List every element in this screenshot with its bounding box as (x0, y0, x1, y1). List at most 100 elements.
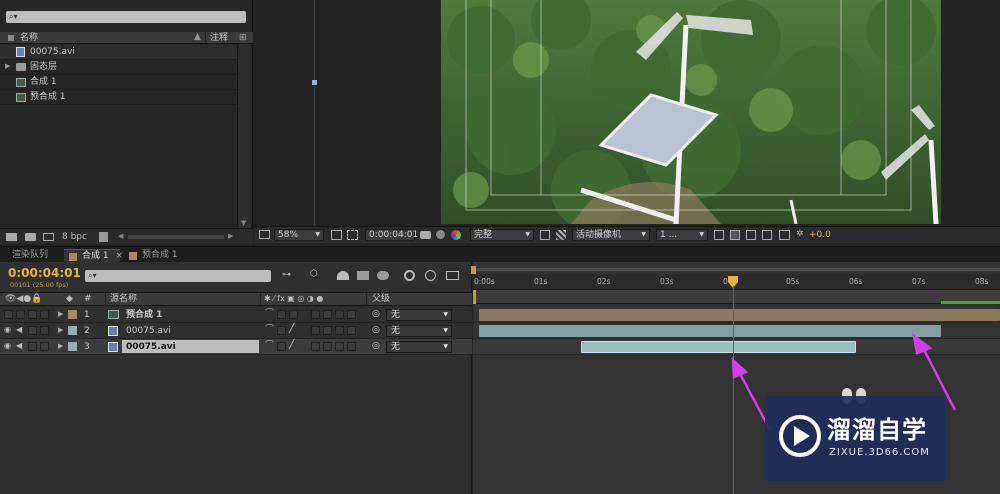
eye-icon[interactable]: ◉ (4, 326, 11, 334)
show-snapshot-icon[interactable] (436, 230, 445, 239)
shy-switch-icon[interactable]: ⌒ (265, 342, 274, 351)
close-icon[interactable]: × (115, 251, 123, 261)
interpret-footage-icon[interactable] (6, 233, 17, 241)
anchor-handle-icon[interactable] (312, 80, 317, 85)
camera-snapshot-icon[interactable] (420, 231, 431, 239)
frame-blending-icon[interactable] (357, 271, 369, 280)
layer-row-selected[interactable]: ◉ ◀ ▶ 3 00075.avi ⌒ ╱ ◎ 无 ▼ (0, 339, 472, 355)
eye-icon[interactable]: ◉ (4, 342, 11, 350)
quality-slash-icon[interactable]: ╱ (289, 325, 294, 334)
solo-toggle[interactable] (28, 326, 37, 335)
solo-toggle[interactable] (28, 342, 37, 351)
layer-name[interactable]: 00075.avi (126, 343, 176, 352)
parent-select[interactable]: 无 ▼ (386, 309, 452, 321)
comp-flowchart-icon[interactable] (762, 230, 772, 240)
work-area-start-handle[interactable] (473, 290, 476, 304)
adjustment-switch[interactable] (347, 342, 356, 351)
project-item[interactable]: 预合成 1 (0, 90, 237, 105)
audio-toggle[interactable] (16, 310, 25, 319)
time-navigator[interactable] (471, 266, 1000, 274)
pickwhip-icon[interactable]: ◎ (372, 310, 380, 319)
tab-comp-1[interactable]: 合成 1 × (64, 249, 123, 263)
sort-ascending-icon[interactable]: ▲ (194, 33, 201, 42)
frame-blend-switch[interactable] (323, 342, 332, 351)
quality-slash-icon[interactable]: ╱ (289, 341, 294, 350)
flowchart-icon[interactable]: ⊞ (239, 34, 247, 43)
shy-switch-icon[interactable]: ⌒ (265, 310, 274, 319)
draft-3d-icon[interactable]: ⬡ (310, 270, 318, 279)
bpc-label[interactable]: 8 bpc (62, 233, 87, 242)
adjustment-switch[interactable] (347, 310, 356, 319)
layer-label-color[interactable] (68, 342, 77, 351)
scroll-right-icon[interactable]: ▶ (228, 233, 233, 240)
always-preview-icon[interactable] (259, 230, 270, 239)
lock-toggle[interactable] (40, 326, 49, 335)
comp-mini-flowchart-icon[interactable]: ⊶ (282, 271, 291, 280)
effect-switch[interactable] (311, 342, 320, 351)
fast-previews-icon[interactable] (540, 230, 550, 240)
layer-name[interactable]: 预合成 1 (126, 311, 162, 320)
trash-icon[interactable] (99, 232, 108, 242)
pickwhip-icon[interactable]: ◎ (372, 326, 380, 335)
column-comment-label[interactable]: 注释 (210, 34, 228, 43)
project-item[interactable]: 00075.avi (0, 45, 237, 60)
layer-row[interactable]: ▶ 1 预合成 1 ⌒ ◎ 无 ▼ (0, 307, 472, 323)
horizontal-scrollbar[interactable] (128, 235, 224, 239)
project-scrollbar[interactable]: ▼ (237, 44, 251, 228)
parent-select[interactable]: 无 ▼ (386, 341, 452, 353)
shy-layers-icon[interactable] (337, 271, 349, 280)
scroll-down-icon[interactable]: ▼ (241, 220, 246, 227)
collapse-switch[interactable] (277, 326, 286, 335)
auto-keyframe-icon[interactable] (425, 270, 436, 281)
layer-label-color[interactable] (68, 310, 77, 319)
exposure-icon[interactable]: ✲ (796, 230, 804, 239)
motion-blur-switch[interactable] (335, 310, 344, 319)
lock-toggle[interactable] (40, 342, 49, 351)
transparency-grid-icon[interactable] (556, 230, 566, 240)
parent-select[interactable]: 无 ▼ (386, 325, 452, 337)
safe-zones-icon[interactable] (331, 230, 342, 240)
effect-switch[interactable] (311, 326, 320, 335)
navigator-start-handle[interactable] (471, 266, 476, 274)
speaker-icon[interactable]: ◀ (16, 326, 22, 334)
collapse-switch[interactable] (277, 342, 286, 351)
channel-icon[interactable] (451, 230, 461, 240)
fast-draft-icon[interactable] (730, 230, 740, 240)
tab-precomp-1[interactable]: 预合成 1 (124, 249, 184, 263)
shy-switch-icon[interactable]: ⌒ (265, 326, 274, 335)
resolution-select[interactable]: 完整 ▼ (470, 229, 534, 241)
layer-name[interactable]: 00075.avi (126, 327, 171, 336)
pickwhip-icon[interactable]: ◎ (372, 342, 380, 351)
frame-blend-switch[interactable] (323, 310, 332, 319)
solo-toggle[interactable] (28, 310, 37, 319)
project-item[interactable]: ▶ 固态层 (0, 60, 237, 75)
lock-toggle[interactable] (40, 310, 49, 319)
adjustment-switch[interactable] (347, 326, 356, 335)
layer-duration-bar[interactable] (479, 309, 1000, 321)
expand-triangle-icon[interactable]: ▶ (58, 343, 63, 350)
speaker-icon[interactable]: ◀ (16, 342, 22, 350)
timeline-icon[interactable] (746, 230, 756, 240)
graph-editor-icon[interactable] (446, 271, 459, 280)
view-layout-select[interactable]: 1 ... ▼ (656, 229, 708, 241)
layer-search-input[interactable]: ⌕▾ (85, 270, 271, 282)
quality-switch[interactable] (289, 310, 298, 319)
zoom-select[interactable]: 58% ▼ (274, 229, 324, 241)
motion-blur-switch[interactable] (335, 326, 344, 335)
motion-blur-switch[interactable] (335, 342, 344, 351)
column-source-name[interactable]: 源名称 (110, 295, 137, 304)
region-of-interest-icon[interactable] (347, 230, 358, 240)
layer-label-color[interactable] (68, 326, 77, 335)
project-item[interactable]: 合成 1 (0, 75, 237, 90)
new-folder-icon[interactable] (25, 233, 36, 241)
camera-view-select[interactable]: 活动摄像机 ▼ (572, 229, 650, 241)
collapse-switch[interactable] (277, 310, 286, 319)
expand-triangle-icon[interactable]: ▶ (5, 63, 10, 70)
effect-switch[interactable] (311, 310, 320, 319)
project-search-input[interactable]: ⌕▾ (6, 11, 246, 23)
layer-row[interactable]: ◉ ◀ ▶ 2 00075.avi ⌒ ╱ ◎ 无 ▼ (0, 323, 472, 339)
new-composition-icon[interactable] (43, 233, 54, 241)
exposure-value[interactable]: +0.0 (809, 231, 831, 240)
scroll-left-icon[interactable]: ◀ (118, 233, 123, 240)
toggle-pixel-aspect-icon[interactable] (714, 230, 724, 240)
